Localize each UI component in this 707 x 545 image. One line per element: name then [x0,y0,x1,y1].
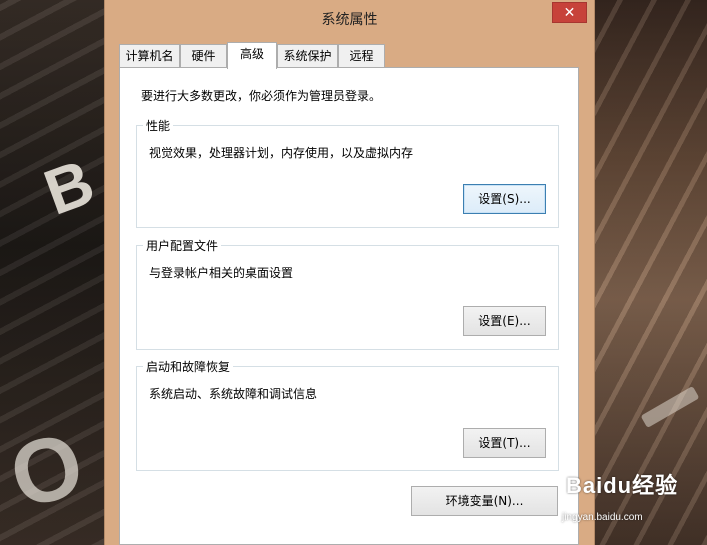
performance-description: 视觉效果，处理器计划，内存使用，以及虚拟内存 [149,146,414,160]
system-properties-dialog: 系统属性 ✕ 计算机名 硬件 高级 系统保护 远程 要进行大多数更改，你必须作为… [104,0,595,545]
performance-group: 性能 视觉效果，处理器计划，内存使用，以及虚拟内存 设置(S)... [136,117,559,228]
user-profiles-group-title: 用户配置文件 [143,237,222,254]
watermark-brand: Baidu经验 [566,473,679,498]
tab-remote[interactable]: 远程 [338,44,385,68]
advanced-tab-panel: 要进行大多数更改，你必须作为管理员登录。 性能 视觉效果，处理器计划，内存使用，… [119,67,579,545]
close-button[interactable]: ✕ [552,2,587,23]
close-icon: ✕ [563,5,576,21]
tab-hardware[interactable]: 硬件 [180,44,227,68]
startup-recovery-group-title: 启动和故障恢复 [143,358,234,375]
environment-variables-button[interactable]: 环境变量(N)... [411,486,558,516]
window-title: 系统属性 [321,12,378,28]
tab-computer-name[interactable]: 计算机名 [119,44,180,68]
startup-recovery-group: 启动和故障恢复 系统启动、系统故障和调试信息 设置(T)... [136,358,559,471]
startup-recovery-settings-button[interactable]: 设置(T)... [463,428,546,458]
startup-recovery-description: 系统启动、系统故障和调试信息 [149,387,318,401]
tab-system-protection[interactable]: 系统保护 [277,44,338,68]
user-profiles-group: 用户配置文件 与登录帐户相关的桌面设置 设置(E)... [136,237,559,350]
watermark-url: jingyan.baidu.com [562,512,643,523]
tab-advanced[interactable]: 高级 [227,42,277,69]
performance-settings-button[interactable]: 设置(S)... [463,184,546,214]
performance-group-title: 性能 [143,117,174,134]
wallpaper-right-region [594,0,707,545]
user-profiles-description: 与登录帐户相关的桌面设置 [149,266,294,280]
baidu-watermark: Baidu经验 jingyan.baidu.com [562,468,679,523]
admin-notice: 要进行大多数更改，你必须作为管理员登录。 [141,89,382,103]
user-profiles-settings-button[interactable]: 设置(E)... [463,306,546,336]
title-bar[interactable]: 系统属性 ✕ [105,0,594,36]
